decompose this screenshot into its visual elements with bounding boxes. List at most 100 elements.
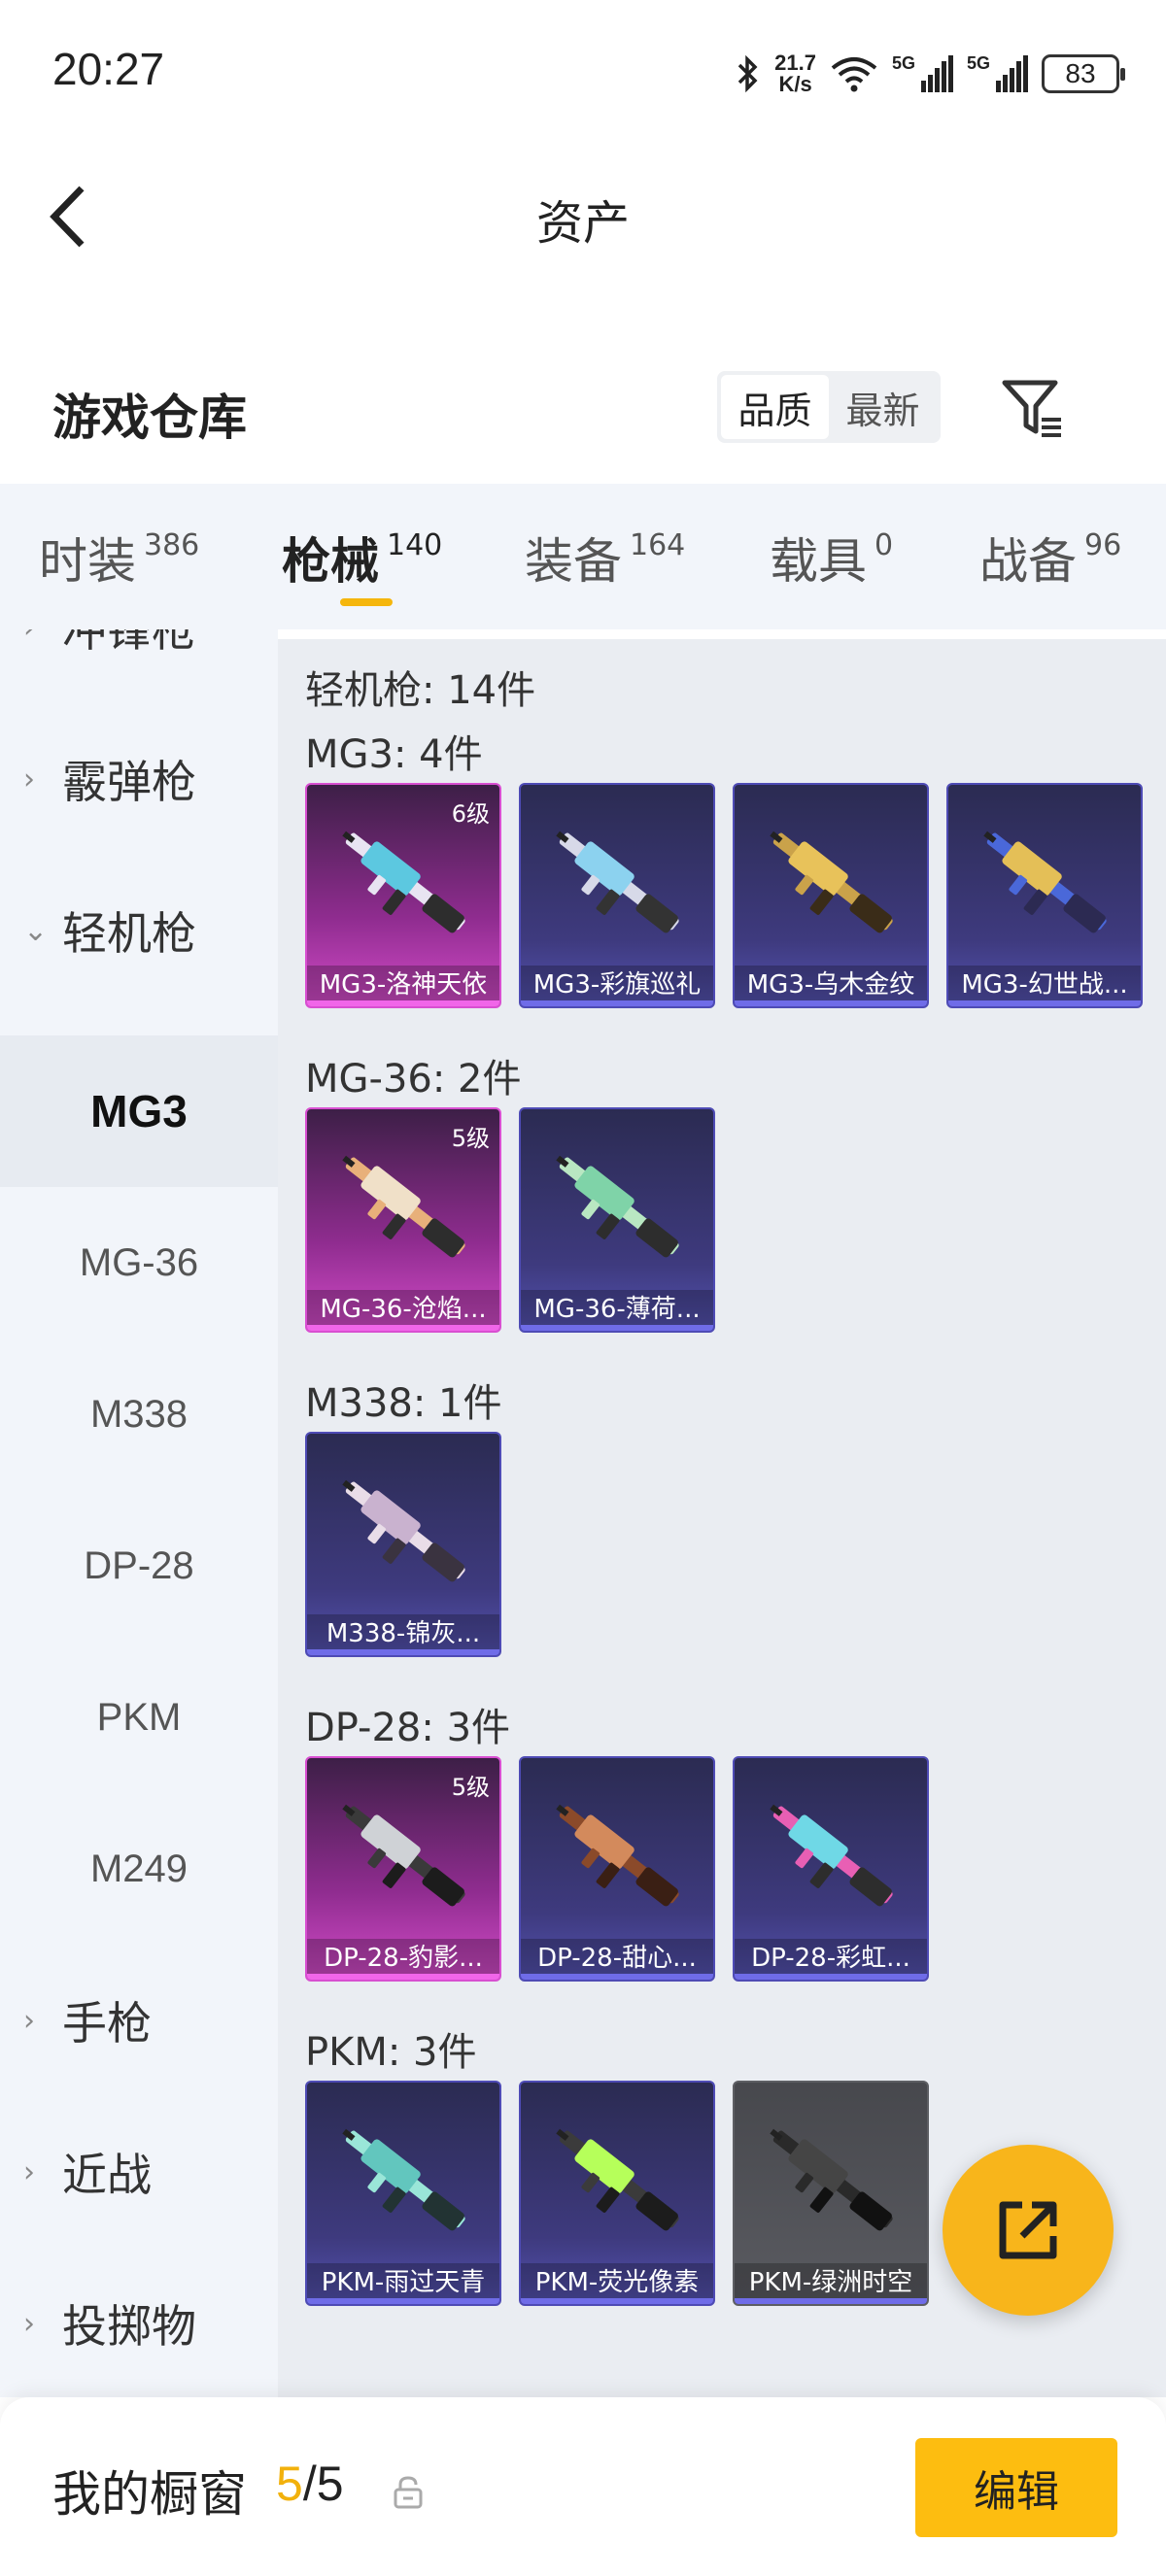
sidebar-item-pistol[interactable]: › 手枪 — [0, 1945, 278, 2096]
status-time: 20:27 — [52, 44, 165, 94]
chevron-down-icon: ⌄ — [23, 913, 49, 948]
sidebar-item-label: 投掷物 — [62, 2300, 196, 2353]
sidebar-sub-mg36[interactable]: MG-36 — [0, 1187, 278, 1339]
sidebar-sub-dp28[interactable]: DP-28 — [0, 1490, 278, 1642]
section-heading: PKM: 3件 — [305, 2030, 477, 2075]
chevron-right-icon: › — [23, 2154, 35, 2189]
status-bar: 20:27 21.7 K/s 5G 5G 83 — [0, 0, 1166, 146]
tab-label: 枪械 — [282, 533, 379, 590]
chevron-right-icon: › — [23, 629, 51, 645]
signal-tag: 5G — [892, 53, 916, 73]
weapon-image — [556, 1804, 679, 1907]
filter-icon[interactable] — [999, 375, 1067, 443]
skin-level: 5级 — [451, 1125, 490, 1152]
sidebar-sub-mg3[interactable]: MG3 — [0, 1035, 278, 1187]
rarity-stripe — [521, 1000, 713, 1006]
sidebar-item-label: 冲锋枪 — [62, 629, 196, 657]
rarity-stripe — [948, 1000, 1141, 1006]
weapon-image — [983, 830, 1107, 933]
section-heading: MG-36: 2件 — [305, 1057, 522, 1102]
share-button[interactable] — [943, 2145, 1114, 2316]
showcase-bar: 我的橱窗 5/5 编辑 — [0, 2397, 1166, 2576]
rarity-stripe — [521, 2298, 713, 2304]
tab-label: 载具 — [770, 533, 867, 590]
sidebar-item-smg[interactable]: › 冲锋枪 — [0, 629, 278, 703]
active-tab-indicator — [340, 598, 393, 606]
tab-firearms[interactable]: 枪械 140 — [282, 523, 442, 593]
sidebar-item-label: 轻机枪 — [62, 907, 196, 960]
sidebar-sub-m249[interactable]: M249 — [0, 1793, 278, 1945]
weapon-grid: 轻机枪: 14件 MG3: 4件 6级 MG3-洛神天依 MG3-彩旗巡礼 MG3-乌木… — [278, 639, 1166, 2397]
rarity-stripe — [307, 1000, 499, 1006]
weapon-skin-card[interactable]: DP-28-甜心... — [519, 1756, 715, 1982]
weapon-image — [342, 2128, 465, 2231]
edit-button[interactable]: 编辑 — [915, 2438, 1117, 2537]
weapon-image — [770, 1804, 893, 1907]
chevron-right-icon: › — [23, 2306, 35, 2341]
weapon-skin-card[interactable]: MG3-彩旗巡礼 — [519, 783, 715, 1008]
sort-newest-button[interactable]: 最新 — [829, 375, 937, 439]
weapon-skin-card[interactable]: DP-28-彩虹... — [733, 1756, 929, 1982]
wifi-icon — [831, 57, 877, 92]
bluetooth-icon — [737, 54, 758, 93]
tab-fashion[interactable]: 时装 386 — [39, 523, 199, 593]
weapon-skin-card[interactable]: PKM-雨过天青 — [305, 2081, 501, 2306]
tab-supplies[interactable]: 战备 96 — [979, 523, 1121, 593]
rarity-stripe — [521, 1974, 713, 1980]
net-speed-unit: K/s — [778, 72, 812, 96]
skin-level: 6级 — [451, 800, 490, 828]
showcase-label: 我的橱窗 — [52, 2466, 247, 2523]
weapon-skin-card[interactable]: PKM-绿洲时空 — [733, 2081, 929, 2306]
tab-label: 时装 — [39, 533, 136, 590]
rarity-stripe — [735, 1974, 927, 1980]
rarity-stripe — [735, 1000, 927, 1006]
weapon-skin-card[interactable]: MG3-乌木金纹 — [733, 783, 929, 1008]
weapon-skin-card[interactable]: 5级 DP-28-豹影... — [305, 1756, 501, 1982]
rarity-stripe — [307, 2298, 499, 2304]
sidebar-item-throwables[interactable]: › 投掷物 — [0, 2248, 278, 2397]
tab-label: 装备 — [525, 533, 622, 590]
weapon-skin-card[interactable]: M338-锦灰... — [305, 1432, 501, 1657]
tab-vehicles[interactable]: 载具 0 — [770, 523, 893, 593]
signal-tag: 5G — [967, 53, 991, 73]
tab-count: 140 — [387, 528, 443, 562]
showcase-total: /5 — [302, 2457, 344, 2511]
weapon-skin-card[interactable]: MG-36-薄荷... — [519, 1107, 715, 1333]
chevron-right-icon: › — [23, 762, 35, 797]
lmg-summary: 轻机枪: 14件 — [305, 668, 536, 713]
weapon-skin-card[interactable]: 5级 MG-36-沧焰... — [305, 1107, 501, 1333]
warehouse-title: 游戏仓库 — [52, 390, 247, 446]
sidebar-sub-pkm[interactable]: PKM — [0, 1642, 278, 1793]
sidebar-item-shotgun[interactable]: › 霰弹枪 — [0, 703, 278, 855]
tab-equipment[interactable]: 装备 164 — [525, 523, 685, 593]
section-heading: MG3: 4件 — [305, 732, 483, 777]
signal-icon-sim2: 5G — [967, 53, 1028, 92]
sidebar: ›冲锋枪 ›霰弹枪 ⌄轻机枪 MG3 MG-36 M338 DP-28 PKM … — [0, 629, 278, 2397]
showcase-current: 5 — [276, 2457, 303, 2511]
section-heading: DP-28: 3件 — [305, 1706, 511, 1750]
tab-count: 0 — [874, 528, 894, 562]
sort-toggle: 品质 最新 — [717, 371, 941, 443]
net-speed: 21.7 K/s — [774, 52, 816, 95]
weapon-skin-card[interactable]: 6级 MG3-洛神天依 — [305, 783, 501, 1008]
weapon-image — [770, 2128, 893, 2231]
weapon-image — [342, 830, 465, 933]
rarity-stripe — [735, 2298, 927, 2304]
sidebar-item-label: 霰弹枪 — [62, 756, 196, 808]
chevron-right-icon: › — [23, 2003, 35, 2038]
sidebar-item-lmg[interactable]: ⌄ 轻机枪 — [0, 855, 278, 1006]
battery-icon: 83 — [1042, 54, 1125, 93]
sort-quality-button[interactable]: 品质 — [721, 375, 829, 439]
sidebar-sub-m338[interactable]: M338 — [0, 1339, 278, 1490]
rarity-stripe — [307, 1325, 499, 1331]
signal-icon-sim1: 5G — [892, 53, 953, 92]
weapon-skin-card[interactable]: MG3-幻世战... — [946, 783, 1143, 1008]
tab-count: 164 — [630, 528, 686, 562]
sidebar-item-label: 手枪 — [62, 1997, 152, 2050]
weapon-skin-card[interactable]: PKM-荧光像素 — [519, 2081, 715, 2306]
sidebar-item-melee[interactable]: › 近战 — [0, 2096, 278, 2248]
lock-icon — [394, 2476, 423, 2509]
weapon-image — [342, 1479, 465, 1582]
weapon-image — [770, 830, 893, 933]
category-tabs: 时装 386 枪械 140 装备 164 载具 0 战备 96 — [0, 484, 1166, 629]
